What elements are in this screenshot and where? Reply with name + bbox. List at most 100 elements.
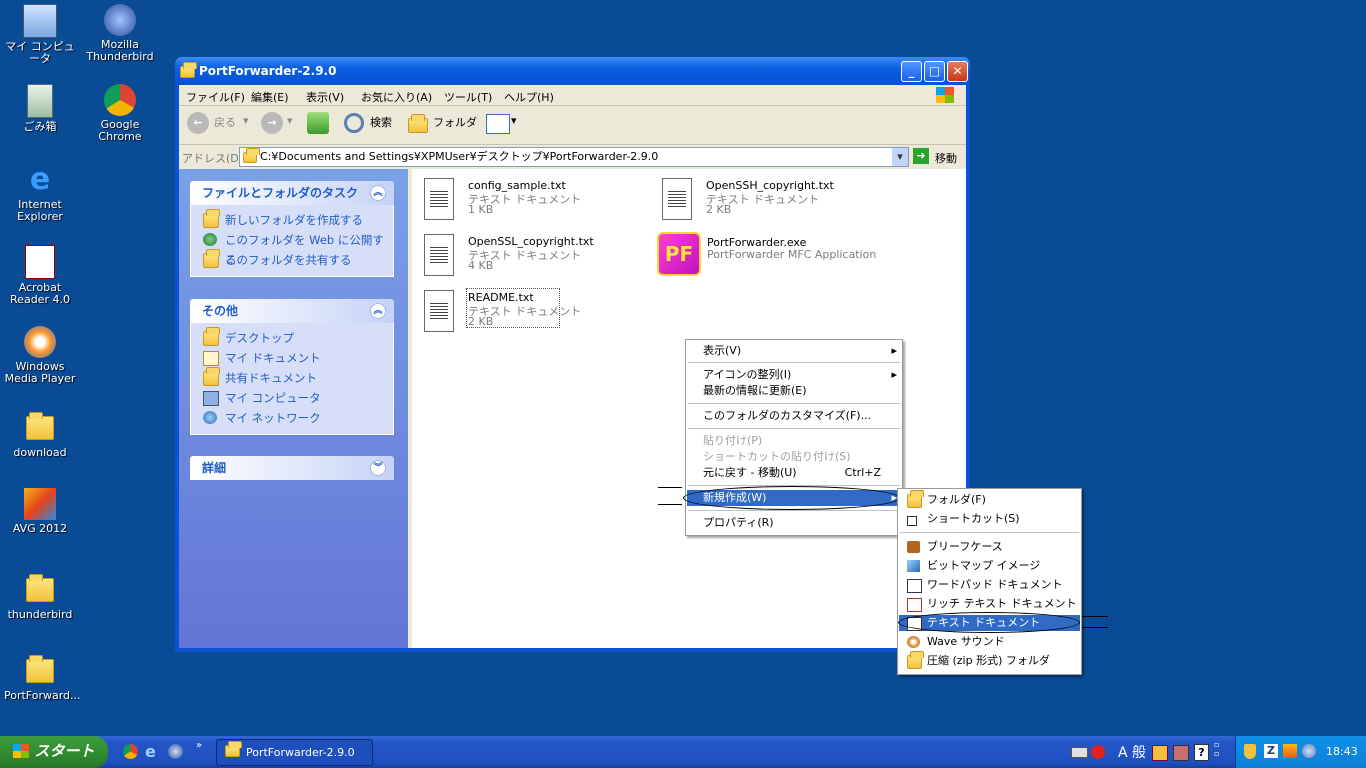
desktop-icon-acrobat[interactable]: Acrobat Reader 4.0: [4, 245, 76, 306]
views-button[interactable]: [486, 114, 510, 134]
go-arrow-icon[interactable]: ➜: [913, 148, 929, 164]
place-my-documents[interactable]: マイ ドキュメント: [203, 348, 393, 368]
go-button[interactable]: 移動: [935, 150, 957, 166]
menu-item-paste-shortcut[interactable]: ショートカットの貼り付け(S): [687, 449, 901, 465]
task-new-folder[interactable]: 新しいフォルダを作成する: [203, 209, 393, 230]
place-desktop[interactable]: デスクトップ: [203, 327, 393, 348]
file-item[interactable]: README.txt テキスト ドキュメント 2 KB: [424, 288, 624, 334]
menu-item-paste[interactable]: 貼り付け(P): [687, 433, 901, 449]
place-shared-documents[interactable]: 共有ドキュメント: [203, 367, 393, 388]
menu-edit[interactable]: 編集(E): [251, 89, 289, 105]
desktop-icon-chrome[interactable]: Google Chrome: [84, 84, 156, 143]
desktop-icon-my-computer[interactable]: マイ コンピュータ: [4, 4, 76, 65]
new-shortcut[interactable]: ショートカット(S): [899, 511, 1080, 527]
maximize-button[interactable]: □: [924, 61, 945, 82]
menu-item-customize-folder[interactable]: このフォルダのカスタマイズ(F)...: [687, 408, 901, 424]
place-my-computer[interactable]: マイ コンピュータ: [203, 388, 393, 408]
desktop-icon-recycle-bin[interactable]: ごみ箱: [4, 84, 76, 133]
bitmap-icon: [907, 560, 920, 572]
portforwarder-app-icon: PF: [657, 232, 701, 276]
text-file-icon: [424, 234, 454, 276]
quicklaunch-ie-icon[interactable]: e: [145, 742, 156, 761]
close-button[interactable]: ✕: [947, 61, 968, 82]
new-folder[interactable]: フォルダ(F): [899, 490, 1080, 508]
new-bitmap[interactable]: ビットマップ イメージ: [899, 558, 1080, 574]
shortcut-icon: [907, 516, 917, 526]
network-tray-icon[interactable]: [1283, 744, 1297, 758]
minimize-button[interactable]: _: [901, 61, 922, 82]
security-shield-icon[interactable]: [1244, 744, 1256, 759]
quicklaunch-chrome-icon[interactable]: [123, 744, 138, 759]
ime-pad-icon[interactable]: [1173, 745, 1189, 761]
title-bar[interactable]: PortForwarder-2.9.0 _ □ ✕: [175, 57, 970, 85]
tasks-panel-header[interactable]: ファイルとフォルダのタスク ︽: [190, 181, 394, 205]
address-dropdown-icon[interactable]: ▾: [892, 148, 908, 166]
ime-tools-icon[interactable]: [1091, 745, 1105, 759]
volume-tray-icon[interactable]: [1302, 744, 1316, 758]
ime-mode-indicator[interactable]: A 般: [1118, 742, 1146, 762]
task-share-folder[interactable]: このフォルダを共有する: [203, 249, 393, 270]
expand-icon[interactable]: ︾: [370, 460, 386, 476]
search-button[interactable]: 検索: [370, 114, 392, 130]
back-icon[interactable]: ←: [187, 112, 209, 134]
menu-item-view[interactable]: 表示(V) ▸: [687, 343, 901, 359]
file-item[interactable]: OpenSSH_copyright.txt テキスト ドキュメント 2 KB: [662, 176, 862, 222]
desktop-icon-thunderbird[interactable]: Mozilla Thunderbird: [84, 4, 156, 63]
address-input[interactable]: C:¥Documents and Settings¥XPMUser¥デスクトップ…: [239, 147, 909, 167]
desktop-icon-download[interactable]: download: [4, 410, 76, 459]
file-item[interactable]: OpenSSL_copyright.txt テキスト ドキュメント 4 KB: [424, 232, 624, 278]
task-publish-web[interactable]: このフォルダを Web に公開する: [203, 230, 393, 267]
search-icon[interactable]: [344, 113, 364, 133]
file-item[interactable]: config_sample.txt テキスト ドキュメント 1 KB: [424, 176, 624, 222]
desktop-icon-ie[interactable]: e Internet Explorer: [4, 164, 76, 223]
menu-tools[interactable]: ツール(T): [444, 89, 492, 105]
keyboard-icon[interactable]: [1071, 747, 1088, 758]
menu-item-properties[interactable]: プロパティ(R): [687, 515, 901, 531]
submenu-arrow-icon: ▸: [891, 368, 897, 381]
menu-favorites[interactable]: お気に入り(A): [361, 89, 432, 105]
desktop-icon-wmp[interactable]: Windows Media Player: [4, 326, 76, 385]
menu-view[interactable]: 表示(V): [306, 89, 344, 105]
other-panel-header[interactable]: その他 ︽: [190, 299, 394, 323]
collapse-icon[interactable]: ︽: [370, 185, 386, 201]
ime-options-icon[interactable]: ▫ ▫: [1214, 740, 1219, 758]
menu-item-arrange-icons[interactable]: アイコンの整列(I) ▸: [687, 367, 901, 383]
new-wordpad-doc[interactable]: ワードパッド ドキュメント: [899, 577, 1080, 593]
file-item[interactable]: PF PortForwarder.exe PortForwarder MFC A…: [657, 232, 897, 278]
ime-dictionary-icon[interactable]: [1152, 745, 1168, 761]
back-dropdown-icon[interactable]: ▾: [243, 114, 249, 127]
help-icon[interactable]: ?: [1194, 744, 1209, 761]
new-wave-sound[interactable]: Wave サウンド: [899, 634, 1080, 650]
taskbar-window-button[interactable]: PortForwarder-2.9.0: [216, 739, 373, 766]
start-button[interactable]: スタート: [0, 736, 108, 768]
menu-file[interactable]: ファイル(F): [186, 89, 245, 105]
briefcase-icon: [907, 541, 920, 553]
menu-help[interactable]: ヘルプ(H): [504, 89, 554, 105]
zip-folder-icon: [907, 651, 924, 669]
new-briefcase[interactable]: ブリーフケース: [899, 539, 1080, 555]
up-folder-button[interactable]: [307, 112, 329, 134]
views-dropdown-icon[interactable]: ▾: [511, 114, 517, 127]
collapse-icon[interactable]: ︽: [370, 303, 386, 319]
details-panel-header[interactable]: 詳細 ︾: [190, 456, 394, 480]
quicklaunch-more-icon[interactable]: »: [196, 740, 202, 751]
address-label: アドレス(D): [182, 152, 244, 165]
desktop-icon-thunderbird-folder[interactable]: thunderbird: [4, 572, 76, 621]
new-zip-folder[interactable]: 圧縮 (zip 形式) フォルダ: [899, 651, 1080, 669]
rich-text-icon: [907, 598, 922, 612]
menu-item-refresh[interactable]: 最新の情報に更新(E): [687, 383, 901, 399]
menu-item-undo-move[interactable]: 元に戻す - 移動(U) Ctrl+Z: [687, 465, 901, 481]
forward-button[interactable]: →: [261, 112, 283, 134]
back-button[interactable]: 戻る: [214, 114, 236, 130]
place-my-network[interactable]: マイ ネットワーク: [203, 408, 393, 428]
windows-logo-icon: [936, 87, 954, 103]
desktop-icon-avg[interactable]: AVG 2012: [4, 488, 76, 535]
forward-dropdown-icon[interactable]: ▾: [287, 114, 293, 127]
quicklaunch-thunderbird-icon[interactable]: [168, 744, 183, 759]
folders-button[interactable]: フォルダ: [433, 114, 477, 130]
media-player-icon: [24, 326, 56, 358]
details-panel: 詳細 ︾: [190, 456, 394, 480]
desktop-icon-portforwarder[interactable]: PortForward...: [4, 653, 81, 702]
tray-app-icon[interactable]: Z: [1264, 744, 1278, 758]
new-rich-text-doc[interactable]: リッチ テキスト ドキュメント: [899, 596, 1080, 612]
